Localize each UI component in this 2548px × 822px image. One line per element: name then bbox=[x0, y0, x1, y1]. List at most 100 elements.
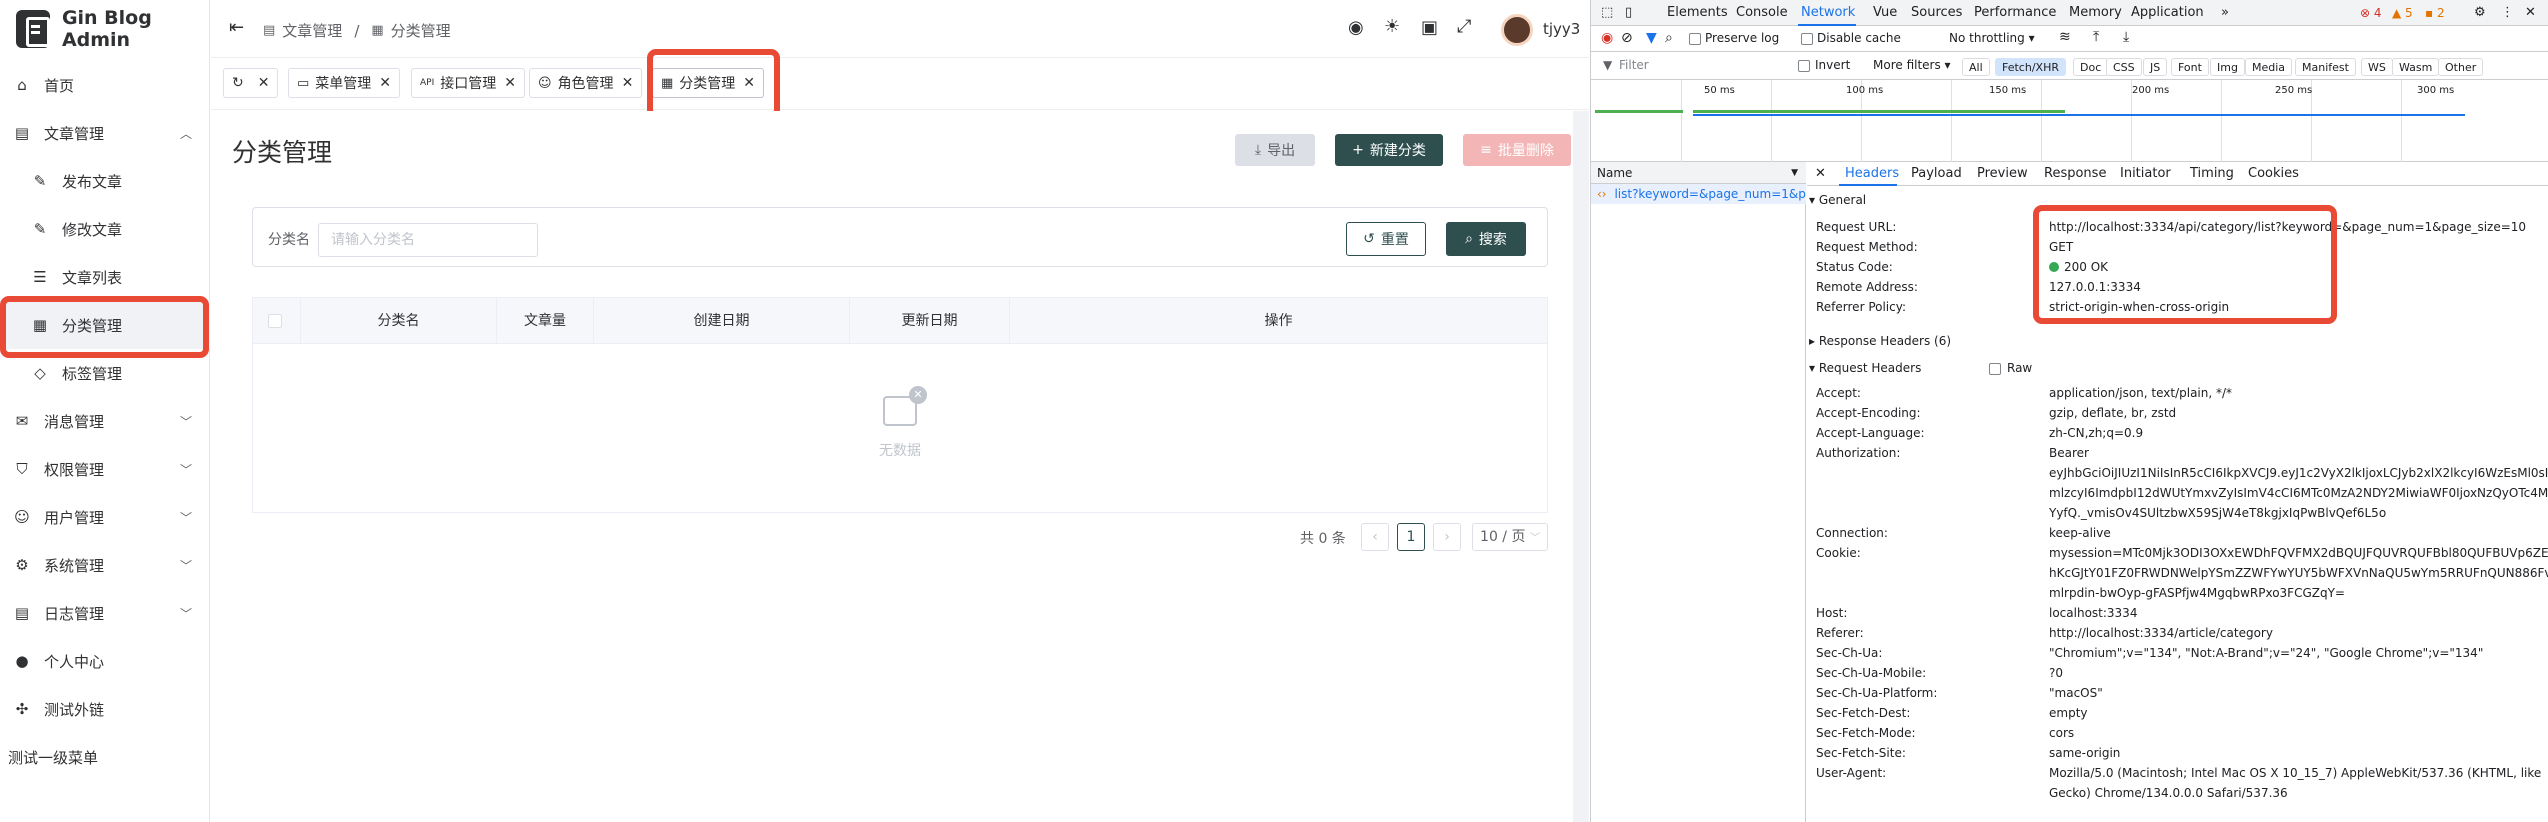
tag-menu-management[interactable]: ▭ 菜单管理 ✕ bbox=[288, 68, 401, 98]
sidebar-item-log-management[interactable]: ▤ 日志管理 ﹀ bbox=[0, 589, 210, 637]
next-page-button[interactable]: › bbox=[1433, 523, 1461, 551]
request-headers-toggle[interactable]: ▾ Request Headers bbox=[1809, 361, 1921, 375]
tab-performance[interactable]: Performance bbox=[1974, 5, 2056, 20]
more-options-icon[interactable]: ⋮ bbox=[2501, 5, 2514, 20]
menu-fold-icon[interactable]: ⇤ bbox=[229, 17, 244, 38]
filter-chip-media[interactable]: Media bbox=[2245, 58, 2293, 76]
fullscreen-icon[interactable]: ⤢ bbox=[1457, 16, 1471, 37]
close-icon[interactable]: ✕ bbox=[258, 75, 270, 91]
filter-chip-img[interactable]: Img bbox=[2210, 58, 2245, 76]
tab-sources[interactable]: Sources bbox=[1911, 5, 1962, 20]
filter-chip-fetch-xhr[interactable]: Fetch/XHR bbox=[1995, 58, 2066, 76]
tab-response[interactable]: Response bbox=[2044, 166, 2106, 181]
download-icon[interactable]: ⤓ bbox=[2123, 29, 2129, 45]
new-category-button[interactable]: + 新建分类 bbox=[1335, 134, 1443, 166]
sidebar-item-permission-management[interactable]: ⛉ 权限管理 ﹀ bbox=[0, 445, 210, 493]
github-icon[interactable]: ◉ bbox=[1348, 17, 1364, 38]
tab-cookies[interactable]: Cookies bbox=[2248, 166, 2299, 181]
error-count[interactable]: ⊗ 4 bbox=[2360, 6, 2382, 20]
warning-count[interactable]: ▲ 5 bbox=[2392, 6, 2413, 20]
sidebar-item-publish-article[interactable]: ✎ 发布文章 bbox=[0, 157, 210, 205]
filter-chip-css[interactable]: CSS bbox=[2106, 58, 2142, 76]
invert-checkbox[interactable] bbox=[1798, 60, 1810, 72]
filter-chip-font[interactable]: Font bbox=[2171, 58, 2209, 76]
inspect-icon[interactable]: ⬚ bbox=[1601, 5, 1613, 20]
filter-chip-all[interactable]: All bbox=[1962, 58, 1990, 76]
select-all-checkbox[interactable] bbox=[268, 314, 282, 328]
clear-icon[interactable]: ⊘ bbox=[1621, 30, 1633, 46]
tag-category-management[interactable]: ▦ 分类管理 ✕ bbox=[652, 68, 765, 98]
username[interactable]: tjyy3 bbox=[1543, 20, 1580, 38]
close-icon[interactable]: ✕ bbox=[1815, 166, 1826, 181]
filter-chip-manifest[interactable]: Manifest bbox=[2295, 58, 2356, 76]
disable-cache-checkbox[interactable] bbox=[1801, 33, 1813, 45]
sidebar-item-profile[interactable]: ● 个人中心 bbox=[0, 637, 210, 685]
tab-application[interactable]: Application bbox=[2131, 5, 2204, 20]
tab-memory[interactable]: Memory bbox=[2069, 5, 2122, 20]
sidebar-item-article-list[interactable]: ☰ 文章列表 bbox=[0, 253, 210, 301]
filter-input[interactable]: Filter bbox=[1619, 58, 1649, 72]
search-icon[interactable]: ⌕ bbox=[1665, 30, 1673, 46]
batch-delete-button[interactable]: ≡ 批量删除 bbox=[1463, 134, 1571, 166]
raw-checkbox[interactable] bbox=[1989, 363, 2001, 375]
sidebar-item-edit-article[interactable]: ✎ 修改文章 bbox=[0, 205, 210, 253]
sidebar-item-message-management[interactable]: ✉ 消息管理 ﹀ bbox=[0, 397, 210, 445]
record-icon[interactable]: ◉ bbox=[1601, 30, 1613, 46]
request-row[interactable]: ‹› list?keyword=&page_num=1&p... bbox=[1591, 184, 1806, 204]
tag-role-management[interactable]: ☺ 角色管理 ✕ bbox=[529, 68, 643, 98]
page-size-select[interactable]: 10 / 页 ﹀ bbox=[1472, 523, 1548, 551]
picture-in-picture-icon[interactable]: ▣ bbox=[1421, 17, 1438, 38]
breadcrumb-item[interactable]: 文章管理 bbox=[282, 20, 342, 41]
sidebar-item-first-level-menu[interactable]: 测试一级菜单 bbox=[0, 733, 210, 781]
filter-chip-wasm[interactable]: Wasm bbox=[2392, 58, 2440, 76]
filter-chip-js[interactable]: JS bbox=[2143, 58, 2168, 76]
tab-elements[interactable]: Elements bbox=[1667, 5, 1728, 20]
name-column-header[interactable]: Name ▼ bbox=[1591, 162, 1806, 184]
reset-button[interactable]: ↺ 重置 bbox=[1346, 222, 1426, 256]
more-filters-dropdown[interactable]: More filters ▾ bbox=[1873, 58, 1951, 72]
close-icon[interactable]: ✕ bbox=[379, 75, 391, 91]
filter-chip-ws[interactable]: WS bbox=[2361, 58, 2393, 76]
sidebar-item-home[interactable]: ⌂ 首页 bbox=[0, 61, 210, 109]
tab-payload[interactable]: Payload bbox=[1911, 166, 1962, 181]
preserve-log-checkbox[interactable] bbox=[1689, 33, 1701, 45]
issue-count[interactable]: ▪ 2 bbox=[2425, 6, 2445, 20]
response-headers-toggle[interactable]: ▸ Response Headers (6) bbox=[1809, 334, 1951, 348]
tab-timing[interactable]: Timing bbox=[2190, 166, 2234, 181]
sidebar-item-category-management[interactable]: ▦ 分类管理 bbox=[0, 301, 210, 349]
more-tabs-icon[interactable]: » bbox=[2221, 5, 2229, 20]
sidebar-item-user-management[interactable]: ☺ 用户管理 ﹀ bbox=[0, 493, 210, 541]
upload-icon[interactable]: ⤒ bbox=[2093, 29, 2099, 45]
tab-network[interactable]: Network bbox=[1801, 5, 1855, 20]
tag-api-management[interactable]: API 接口管理 ✕ bbox=[411, 68, 525, 98]
tab-headers[interactable]: Headers bbox=[1845, 166, 1899, 181]
avatar[interactable] bbox=[1501, 14, 1533, 46]
sidebar-item-external-link[interactable]: ✣ 测试外链 bbox=[0, 685, 210, 733]
sidebar-item-system-management[interactable]: ⚙ 系统管理 ﹀ bbox=[0, 541, 210, 589]
tab-vue[interactable]: Vue bbox=[1873, 5, 1897, 20]
close-icon[interactable]: ✕ bbox=[2525, 5, 2536, 20]
refresh-tag[interactable]: ↻ ✕ bbox=[223, 68, 279, 98]
close-icon[interactable]: ✕ bbox=[743, 75, 755, 91]
search-button[interactable]: ⌕ 搜索 bbox=[1446, 222, 1526, 256]
tab-preview[interactable]: Preview bbox=[1977, 166, 2028, 181]
close-icon[interactable]: ✕ bbox=[622, 75, 634, 91]
sun-icon[interactable]: ☀ bbox=[1384, 16, 1400, 37]
filter-chip-doc[interactable]: Doc bbox=[2073, 58, 2109, 76]
settings-icon[interactable]: ⚙ bbox=[2474, 5, 2486, 20]
close-icon[interactable]: ✕ bbox=[504, 75, 516, 91]
filter-icon[interactable]: ▼ bbox=[1646, 30, 1657, 46]
filter-chip-other[interactable]: Other bbox=[2438, 58, 2484, 76]
tab-initiator[interactable]: Initiator bbox=[2120, 166, 2171, 181]
search-input[interactable]: 请输入分类名 bbox=[318, 223, 538, 257]
sidebar-item-tag-management[interactable]: ◇ 标签管理 bbox=[0, 349, 210, 397]
export-button[interactable]: ⤓ 导出 bbox=[1235, 134, 1315, 166]
tab-console[interactable]: Console bbox=[1736, 5, 1788, 20]
wifi-icon[interactable]: ≋ bbox=[2059, 29, 2071, 45]
page-number[interactable]: 1 bbox=[1397, 523, 1425, 551]
device-icon[interactable]: ▯ bbox=[1625, 5, 1632, 20]
sidebar-item-article-management[interactable]: ▤ 文章管理 ︿ bbox=[0, 109, 210, 157]
refresh-icon[interactable]: ↻ bbox=[232, 75, 244, 91]
throttling-select[interactable]: No throttling ▾ bbox=[1949, 31, 2035, 45]
prev-page-button[interactable]: ‹ bbox=[1361, 523, 1389, 551]
